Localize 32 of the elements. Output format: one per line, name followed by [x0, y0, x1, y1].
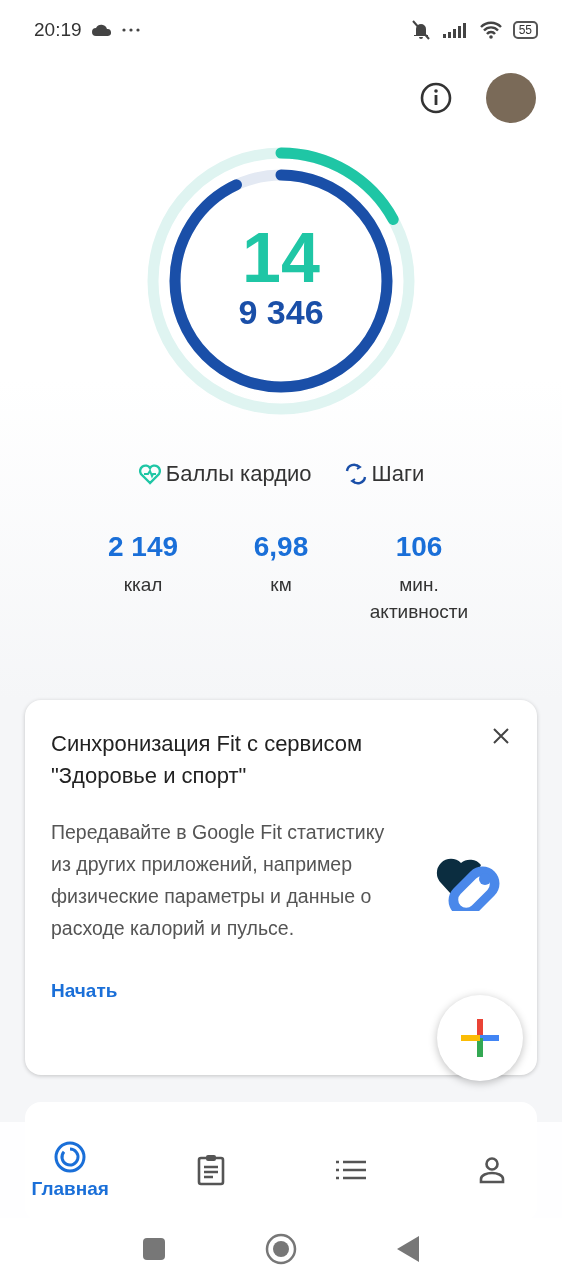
- legend-label: Шаги: [371, 461, 425, 487]
- plus-icon: [461, 1019, 499, 1057]
- home-ring-icon: [53, 1140, 88, 1174]
- avatar-photo-placeholder[interactable]: [486, 73, 536, 123]
- stat-value: 2 149: [107, 531, 179, 563]
- start-link[interactable]: Начать: [51, 980, 118, 1002]
- close-icon[interactable]: [493, 728, 509, 744]
- heart-icon: [137, 463, 162, 485]
- stat-label: км: [270, 573, 292, 597]
- more-icon: [121, 28, 140, 32]
- recents-icon[interactable]: [143, 1238, 165, 1260]
- list-icon: [336, 1160, 367, 1180]
- info-icon[interactable]: [420, 82, 452, 114]
- cardio-points-value: 14: [242, 222, 320, 293]
- wifi-icon: [478, 21, 503, 39]
- battery-indicator: 55: [512, 21, 538, 39]
- person-icon: [477, 1156, 506, 1184]
- legend-label: Баллы кардио: [165, 461, 312, 487]
- home-icon[interactable]: [265, 1233, 297, 1265]
- steps-value: 9 346: [238, 292, 324, 332]
- stat-label: ккал: [123, 573, 163, 597]
- card-description: Передавайте в Google Fit статистику из других приложений, например физические параметры и данные о расходе калорий и пульсе.: [51, 820, 386, 941]
- stat-value: 106: [395, 531, 443, 563]
- card-title: Синхронизация Fit с сервисом "Здоровье и спорт": [51, 730, 364, 790]
- stat-label: мин. активности: [368, 573, 470, 624]
- status-time: 20:19: [34, 19, 82, 41]
- nav-item[interactable]: Главная: [27, 1140, 114, 1200]
- clipboard-icon: [195, 1154, 226, 1186]
- signal-icon: [442, 22, 469, 38]
- cloud-icon: [91, 24, 112, 36]
- stat-value: 6,98: [253, 531, 309, 563]
- back-icon[interactable]: [397, 1236, 419, 1262]
